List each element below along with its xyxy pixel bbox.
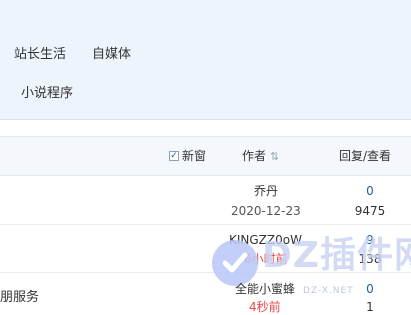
view-count: 1	[366, 300, 374, 314]
new-window-label: 新窗	[182, 149, 207, 163]
reply-count[interactable]: 0	[350, 184, 390, 198]
category-link[interactable]: 站长生活	[14, 47, 66, 63]
author-link[interactable]: 乔丹	[254, 184, 278, 198]
subforum-panel: 站长生活 自媒体 小说程序	[0, 0, 411, 120]
checkbox-icon[interactable]: ✓	[169, 151, 179, 161]
category-link[interactable]: 小说程序	[21, 86, 73, 102]
row-divider	[0, 224, 411, 225]
checkmark-icon	[222, 252, 248, 273]
reply-view-header: 回复/查看	[339, 149, 392, 163]
category-link[interactable]: 自媒体	[92, 47, 131, 63]
view-count: 9475	[354, 204, 386, 218]
post-date: 2020-12-23	[231, 204, 301, 218]
thread-list-header: ✓ 新窗 作者 ⇅ 回复/查看	[0, 136, 411, 176]
author-sort-header[interactable]: 作者 ⇅	[242, 149, 279, 164]
forum-page: 站长生活 自媒体 小说程序 ✓ 新窗 作者 ⇅ 回复/查看 乔丹 2020-12-…	[0, 0, 411, 315]
sort-icon: ⇅	[270, 150, 280, 163]
post-date: 4秒前	[249, 300, 281, 314]
author-link[interactable]: 全能小蜜蜂	[235, 282, 295, 296]
watermark-subtext: DZ-X.NET	[303, 286, 354, 296]
thread-title-link[interactable]: 朋服务	[0, 290, 39, 306]
author-header-label: 作者	[242, 149, 267, 163]
new-window-toggle[interactable]: ✓ 新窗	[169, 149, 206, 163]
watermark-text: DZ插件网	[262, 235, 411, 276]
reply-count[interactable]: 0	[350, 282, 390, 296]
